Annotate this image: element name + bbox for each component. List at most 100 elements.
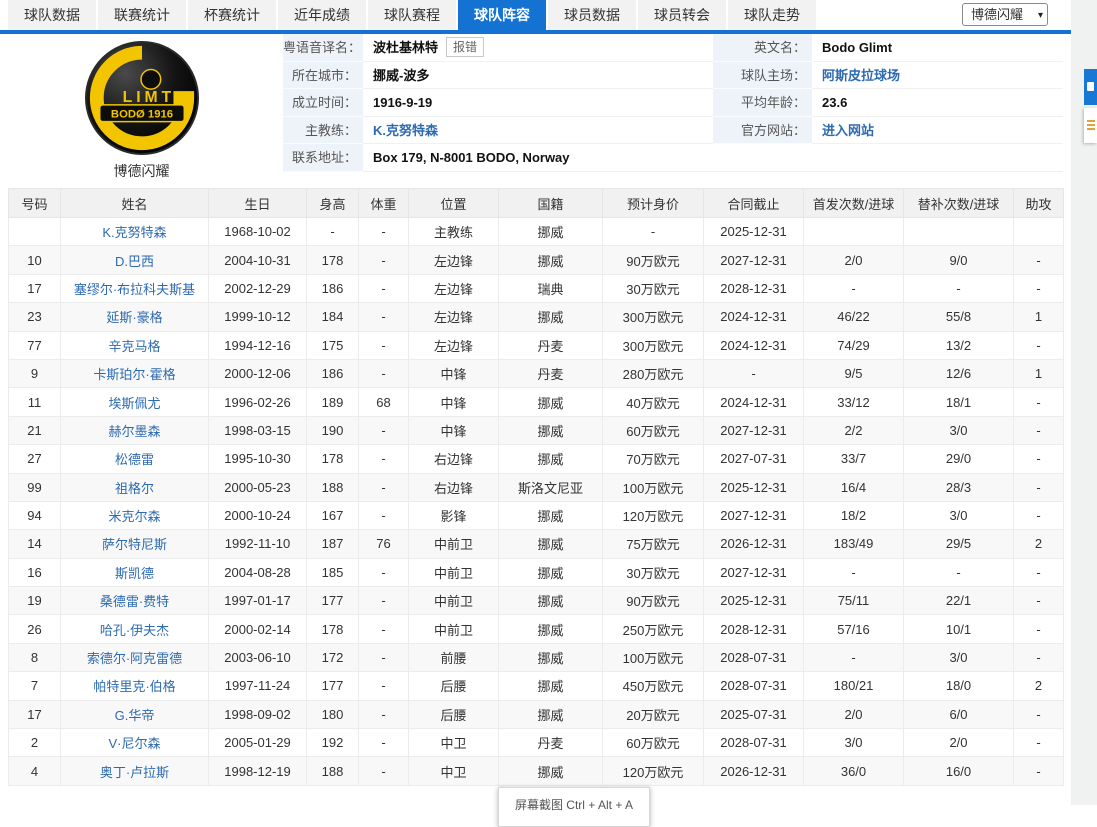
floating-sidebar-feedback-button[interactable]: [1084, 108, 1097, 143]
tab-1[interactable]: 联赛统计: [98, 0, 186, 30]
cell-0: 17: [9, 274, 61, 302]
tab-8[interactable]: 球队走势: [728, 0, 816, 30]
cell-6: 挪威: [499, 530, 603, 558]
cell-4: -: [359, 246, 409, 274]
cell-3: 192: [307, 729, 359, 757]
player-name-link[interactable]: 塞缪尔·布拉科夫斯基: [74, 282, 195, 297]
column-header-10: 替补次数/进球: [904, 189, 1014, 218]
player-name-link[interactable]: 索德尔·阿克雷德: [87, 651, 182, 666]
cell-2: 1999-10-12: [209, 303, 307, 331]
table-row: 8索德尔·阿克雷德2003-06-10172-前腰挪威100万欧元2028-07…: [9, 643, 1064, 671]
cell-2: 1992-11-10: [209, 530, 307, 558]
team-logo-bodo-glimt-crest: LIMT BODØ 1916: [84, 40, 200, 156]
cell-2: 1998-03-15: [209, 416, 307, 444]
player-name-link[interactable]: 奥丁·卢拉斯: [100, 765, 169, 780]
cell-11: -: [1014, 757, 1064, 785]
cell-9: 33/7: [804, 445, 904, 473]
cell-9: 33/12: [804, 388, 904, 416]
player-name-link[interactable]: 松德雷: [115, 452, 154, 467]
cell-0: 26: [9, 615, 61, 643]
cell-6: 挪威: [499, 672, 603, 700]
player-name-link[interactable]: 埃斯佩尤: [108, 396, 160, 411]
cell-4: -: [359, 416, 409, 444]
cell-11: -: [1014, 501, 1064, 529]
cell-3: 186: [307, 359, 359, 387]
cell-3: 184: [307, 303, 359, 331]
player-name-link[interactable]: G.华帝: [115, 708, 155, 723]
player-name-link[interactable]: 萨尔特尼斯: [102, 537, 167, 552]
tab-5[interactable]: 球队阵容: [458, 0, 546, 30]
player-name-link[interactable]: 斯凯德: [115, 566, 154, 581]
cell-6: 挪威: [499, 388, 603, 416]
tab-bar: 球队数据联赛统计杯赛统计近年成绩球队赛程球队阵容球员数据球员转会球队走势: [8, 0, 818, 30]
cell-6: 挪威: [499, 643, 603, 671]
cell-3: 187: [307, 530, 359, 558]
cell-4: -: [359, 218, 409, 246]
cell-10: [904, 218, 1014, 246]
cell-6: 挪威: [499, 416, 603, 444]
table-row: 77辛克马格1994-12-16175-左边锋丹麦300万欧元2024-12-3…: [9, 331, 1064, 359]
cell-10: 6/0: [904, 700, 1014, 728]
cell-9: 2/0: [804, 700, 904, 728]
tab-3[interactable]: 近年成绩: [278, 0, 366, 30]
player-name-link[interactable]: 桑德雷·费特: [100, 594, 169, 609]
column-header-2: 生日: [209, 189, 307, 218]
cell-4: -: [359, 757, 409, 785]
cell-5: 前腰: [409, 643, 499, 671]
column-header-1: 姓名: [61, 189, 209, 218]
player-name-link[interactable]: 赫尔墨森: [108, 424, 160, 439]
player-name-link[interactable]: 卡斯珀尔·霍格: [93, 367, 175, 382]
cell-5: 中前卫: [409, 587, 499, 615]
cell-7: 300万欧元: [603, 331, 704, 359]
player-name-link[interactable]: K.克努特森: [102, 225, 166, 240]
tab-4[interactable]: 球队赛程: [368, 0, 456, 30]
cell-3: 177: [307, 587, 359, 615]
cell-11: -: [1014, 615, 1064, 643]
cell-10: 12/6: [904, 359, 1014, 387]
info-label: 球队主场：: [713, 62, 812, 90]
cell-9: 180/21: [804, 672, 904, 700]
cell-8: 2027-12-31: [704, 416, 804, 444]
roster-table: 号码姓名生日身高体重位置国籍预计身价合同截止首发次数/进球替补次数/进球助攻 K…: [8, 188, 1064, 786]
player-name-link[interactable]: 延斯·豪格: [106, 310, 162, 325]
cell-7: 250万欧元: [603, 615, 704, 643]
cell-0: 4: [9, 757, 61, 785]
cell-2: 2004-08-28: [209, 558, 307, 586]
cell-3: 172: [307, 643, 359, 671]
tab-6[interactable]: 球员数据: [548, 0, 636, 30]
tab-0[interactable]: 球队数据: [8, 0, 96, 30]
player-name-link[interactable]: V·尼尔森: [108, 736, 160, 751]
cell-4: -: [359, 729, 409, 757]
cell-0: 8: [9, 643, 61, 671]
cell-10: 13/2: [904, 331, 1014, 359]
player-name-link[interactable]: D.巴西: [115, 254, 154, 269]
cell-1: 斯凯德: [61, 558, 209, 586]
cell-10: 28/3: [904, 473, 1014, 501]
tab-7[interactable]: 球员转会: [638, 0, 726, 30]
player-name-link[interactable]: 哈孔·伊夫杰: [100, 623, 169, 638]
table-row: 17G.华帝1998-09-02180-后腰挪威20万欧元2025-07-312…: [9, 700, 1064, 728]
info-value-text[interactable]: 进入网站: [822, 123, 874, 138]
tab-2[interactable]: 杯赛统计: [188, 0, 276, 30]
cell-7: -: [603, 218, 704, 246]
cell-1: 埃斯佩尤: [61, 388, 209, 416]
report-error-button[interactable]: 报错: [446, 37, 484, 57]
cell-6: 丹麦: [499, 359, 603, 387]
info-value: 进入网站: [812, 117, 1063, 145]
player-name-link[interactable]: 米克尔森: [108, 509, 160, 524]
info-value-text[interactable]: K.克努特森: [373, 123, 438, 138]
cell-4: -: [359, 672, 409, 700]
player-name-link[interactable]: 帕特里克·伯格: [93, 679, 175, 694]
info-value-text[interactable]: 阿斯皮拉球场: [822, 68, 900, 83]
cell-10: 9/0: [904, 246, 1014, 274]
player-name-link[interactable]: 辛克马格: [108, 339, 160, 354]
table-row: 11埃斯佩尤1996-02-2618968中锋挪威40万欧元2024-12-31…: [9, 388, 1064, 416]
cell-9: 2/2: [804, 416, 904, 444]
floating-sidebar-blue-button[interactable]: [1084, 69, 1097, 105]
player-name-link[interactable]: 祖格尔: [115, 481, 154, 496]
cell-10: 2/0: [904, 729, 1014, 757]
cell-11: -: [1014, 700, 1064, 728]
cell-8: -: [704, 359, 804, 387]
cell-6: 挪威: [499, 218, 603, 246]
team-selector-dropdown[interactable]: 博德闪耀 ▾: [962, 3, 1048, 26]
